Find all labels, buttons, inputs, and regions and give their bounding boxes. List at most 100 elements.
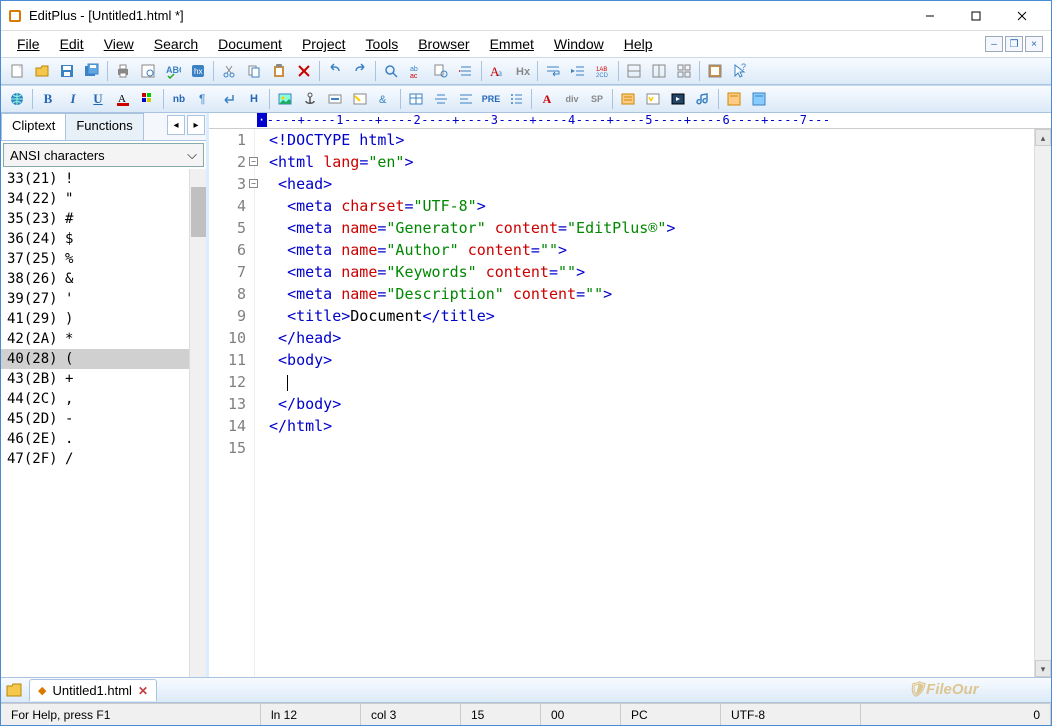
- window-tile-icon[interactable]: [672, 59, 696, 83]
- fold-toggle[interactable]: −: [249, 179, 258, 188]
- char-list-item[interactable]: 41(29)): [1, 309, 206, 329]
- font-color-icon[interactable]: A: [111, 87, 135, 111]
- redo-icon[interactable]: [348, 59, 372, 83]
- char-list-item[interactable]: 45(2D)-: [1, 409, 206, 429]
- color-palette-icon[interactable]: [136, 87, 160, 111]
- char-entity-icon[interactable]: &: [373, 87, 397, 111]
- folder-icon[interactable]: [5, 681, 23, 699]
- mdi-restore-button[interactable]: ❐: [1005, 36, 1023, 52]
- heading-tag-icon[interactable]: H: [242, 87, 266, 111]
- char-list-item[interactable]: 34(22)": [1, 189, 206, 209]
- code-editor[interactable]: 12−3−456789101112▶131415 <!DOCTYPE html>…: [209, 129, 1051, 677]
- open-file-icon[interactable]: [30, 59, 54, 83]
- save-icon[interactable]: [55, 59, 79, 83]
- char-list-item[interactable]: 46(2E).: [1, 429, 206, 449]
- find-icon[interactable]: [379, 59, 403, 83]
- table-icon[interactable]: [404, 87, 428, 111]
- menu-document[interactable]: Document: [210, 33, 290, 55]
- form-icon[interactable]: [616, 87, 640, 111]
- browser-preview-icon[interactable]: [5, 87, 29, 111]
- char-list-item[interactable]: 33(21)!: [1, 169, 206, 189]
- scroll-up-button[interactable]: ▴: [1035, 129, 1051, 146]
- editor-scrollbar[interactable]: ▴ ▾: [1034, 129, 1051, 677]
- hex-icon[interactable]: hx: [186, 59, 210, 83]
- window-split-h-icon[interactable]: [622, 59, 646, 83]
- wordwrap-icon[interactable]: [541, 59, 565, 83]
- copy-icon[interactable]: [242, 59, 266, 83]
- char-list-item[interactable]: 43(2B)+: [1, 369, 206, 389]
- char-list-item[interactable]: 38(26)&: [1, 269, 206, 289]
- char-list-item[interactable]: 35(23)#: [1, 209, 206, 229]
- template1-icon[interactable]: [722, 87, 746, 111]
- char-list-item[interactable]: 40(28)(: [1, 349, 206, 369]
- close-button[interactable]: [999, 2, 1045, 30]
- paragraph-icon[interactable]: ¶: [192, 87, 216, 111]
- char-list-item[interactable]: 39(27)': [1, 289, 206, 309]
- menu-edit[interactable]: Edit: [52, 33, 92, 55]
- preferences-icon[interactable]: [703, 59, 727, 83]
- mdi-minimize-button[interactable]: –: [985, 36, 1003, 52]
- tab-cliptext[interactable]: Cliptext: [1, 113, 66, 140]
- char-list-item[interactable]: 42(2A)*: [1, 329, 206, 349]
- new-file-icon[interactable]: [5, 59, 29, 83]
- char-list-item[interactable]: 47(2F)/: [1, 449, 206, 469]
- help-cursor-icon[interactable]: ?: [728, 59, 752, 83]
- paste-icon[interactable]: [267, 59, 291, 83]
- heading-icon[interactable]: Hx: [510, 59, 534, 83]
- span-tag-icon[interactable]: SP: [585, 87, 609, 111]
- delete-icon[interactable]: [292, 59, 316, 83]
- center-icon[interactable]: [429, 87, 453, 111]
- menu-file[interactable]: File: [9, 33, 48, 55]
- menu-search[interactable]: Search: [146, 33, 206, 55]
- menu-view[interactable]: View: [96, 33, 142, 55]
- image-icon[interactable]: [273, 87, 297, 111]
- panel-prev-button[interactable]: ◂: [167, 115, 185, 135]
- audio-icon[interactable]: [691, 87, 715, 111]
- template2-icon[interactable]: [747, 87, 771, 111]
- mdi-close-button[interactable]: ×: [1025, 36, 1043, 52]
- menu-tools[interactable]: Tools: [358, 33, 407, 55]
- indent-icon[interactable]: [566, 59, 590, 83]
- video-icon[interactable]: [666, 87, 690, 111]
- document-tab[interactable]: ◆ Untitled1.html ✕: [29, 679, 157, 701]
- bold-icon[interactable]: B: [36, 87, 60, 111]
- menu-browser[interactable]: Browser: [410, 33, 477, 55]
- column-icon[interactable]: 1AB2CD: [591, 59, 615, 83]
- tab-functions[interactable]: Functions: [65, 113, 143, 140]
- fold-toggle[interactable]: −: [249, 157, 258, 166]
- replace-icon[interactable]: abac: [404, 59, 428, 83]
- spellcheck-icon[interactable]: ABC: [161, 59, 185, 83]
- char-list-item[interactable]: 37(25)%: [1, 249, 206, 269]
- font-icon[interactable]: Aa: [485, 59, 509, 83]
- underline-icon[interactable]: U: [86, 87, 110, 111]
- menu-emmet[interactable]: Emmet: [482, 33, 542, 55]
- character-list[interactable]: 33(21)!34(22)"35(23)#36(24)$37(25)%38(26…: [1, 169, 206, 677]
- script-icon[interactable]: [641, 87, 665, 111]
- menu-project[interactable]: Project: [294, 33, 354, 55]
- nbsp-icon[interactable]: nb: [167, 87, 191, 111]
- scroll-down-button[interactable]: ▾: [1035, 660, 1051, 677]
- menu-window[interactable]: Window: [546, 33, 612, 55]
- char-list-item[interactable]: 44(2C),: [1, 389, 206, 409]
- minimize-button[interactable]: [907, 2, 953, 30]
- div-tag-icon[interactable]: div: [560, 87, 584, 111]
- hr-icon[interactable]: [323, 87, 347, 111]
- window-split-v-icon[interactable]: [647, 59, 671, 83]
- comment-icon[interactable]: [348, 87, 372, 111]
- style-a-icon[interactable]: A: [535, 87, 559, 111]
- tab-close-icon[interactable]: ✕: [138, 684, 148, 698]
- print-preview-icon[interactable]: [136, 59, 160, 83]
- cut-icon[interactable]: [217, 59, 241, 83]
- align-left-icon[interactable]: [454, 87, 478, 111]
- panel-next-button[interactable]: ▸: [187, 115, 205, 135]
- code-content[interactable]: <!DOCTYPE html><html lang="en"> <head> <…: [255, 129, 1051, 677]
- char-list-item[interactable]: 36(24)$: [1, 229, 206, 249]
- list-icon[interactable]: [504, 87, 528, 111]
- pre-tag-icon[interactable]: PRE: [479, 87, 503, 111]
- print-icon[interactable]: [111, 59, 135, 83]
- italic-icon[interactable]: I: [61, 87, 85, 111]
- line-number-gutter[interactable]: 12−3−456789101112▶131415: [209, 129, 255, 677]
- goto-line-icon[interactable]: [454, 59, 478, 83]
- menu-help[interactable]: Help: [616, 33, 661, 55]
- find-in-files-icon[interactable]: [429, 59, 453, 83]
